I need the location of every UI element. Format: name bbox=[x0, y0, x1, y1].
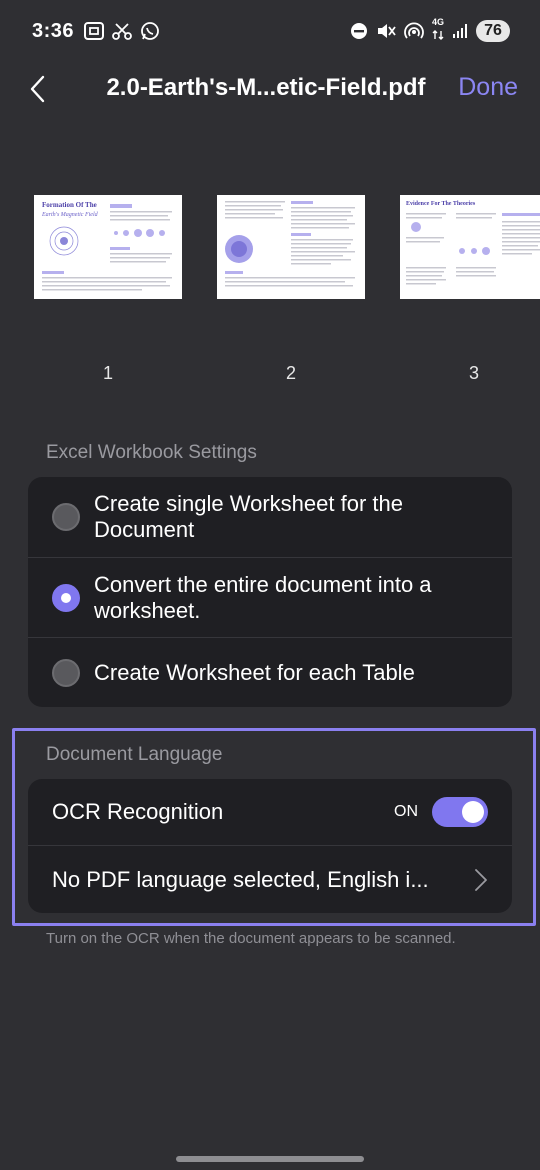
option-label: Convert the entire document into a works… bbox=[94, 572, 432, 624]
page-thumbnail-1[interactable]: Formation Of The Earth's Magnetic Field bbox=[34, 195, 182, 299]
radio-entire-document[interactable] bbox=[52, 583, 80, 612]
signal-icon bbox=[453, 24, 467, 38]
page-thumbnail-3[interactable]: Evidence For The Theories bbox=[400, 195, 540, 299]
page-preview-2 bbox=[225, 201, 355, 287]
thumb-heading-a: Formation Of The bbox=[42, 201, 97, 209]
page-thumbnail-2[interactable] bbox=[217, 195, 365, 299]
notification-icons bbox=[84, 21, 160, 41]
option-each-table[interactable]: Create Worksheet for each Table bbox=[28, 637, 512, 707]
excel-settings-label: Excel Workbook Settings bbox=[46, 442, 257, 463]
radio-single-worksheet[interactable] bbox=[52, 503, 80, 531]
network-type: 4G bbox=[431, 16, 444, 45]
battery-level: 76 bbox=[476, 20, 510, 42]
page-preview-3: Evidence For The Theories bbox=[406, 201, 540, 285]
excel-settings-card: Create single Worksheet for the Document… bbox=[28, 477, 512, 707]
header: 2.0-Earth's-M...etic-Field.pdf Done bbox=[0, 62, 540, 116]
thumb-heading-b: Earth's Magnetic Field bbox=[41, 212, 99, 218]
thumb-heading-c: Evidence For The Theories bbox=[406, 201, 476, 207]
screenshot-icon bbox=[84, 22, 105, 40]
page-number-2: 2 bbox=[285, 363, 296, 383]
option-label-line2: worksheet. bbox=[94, 597, 201, 623]
status-right: 4G 76 bbox=[350, 16, 510, 45]
chevron-left-icon bbox=[30, 75, 45, 103]
option-label: Create single Worksheet for the Document bbox=[94, 491, 403, 543]
document-language-label: Document Language bbox=[46, 744, 223, 765]
page-preview-1: Formation Of The Earth's Magnetic Field bbox=[41, 201, 172, 291]
chevron-right-icon bbox=[475, 868, 487, 891]
ocr-toggle-group: ON bbox=[394, 797, 488, 827]
status-time: 3:36 bbox=[32, 19, 75, 42]
ocr-recognition-label: OCR Recognition bbox=[52, 799, 224, 824]
network-label: 4G bbox=[431, 16, 444, 27]
option-label-line1: Create single Worksheet for the bbox=[94, 491, 403, 516]
pdf-language-row[interactable]: No PDF language selected, English i... bbox=[28, 845, 512, 913]
status-bar: 3:36 4G 76 bbox=[0, 0, 540, 62]
pdf-language-label: No PDF language selected, English i... bbox=[52, 866, 429, 892]
page-number-1: 1 bbox=[102, 363, 113, 383]
radio-each-table[interactable] bbox=[52, 658, 80, 687]
option-entire-document[interactable]: Convert the entire document into a works… bbox=[28, 557, 512, 637]
document-language-card: OCR Recognition ON No PDF language selec… bbox=[28, 779, 512, 913]
option-label-line2: Document bbox=[94, 517, 195, 542]
page-number-3: 3 bbox=[468, 363, 479, 383]
home-indicator[interactable] bbox=[176, 1156, 364, 1162]
dnd-icon bbox=[350, 23, 367, 39]
option-label-line1: Convert the entire document into a bbox=[94, 571, 432, 597]
hotspot-icon bbox=[404, 22, 424, 39]
ocr-toggle-state: ON bbox=[394, 803, 418, 820]
mute-icon bbox=[377, 24, 396, 38]
done-button[interactable]: Done bbox=[458, 73, 518, 102]
ocr-recognition-row[interactable]: OCR Recognition ON bbox=[28, 779, 512, 845]
document-title: 2.0-Earth's-M...etic-Field.pdf bbox=[106, 74, 426, 101]
option-single-worksheet[interactable]: Create single Worksheet for the Document bbox=[28, 477, 512, 557]
scissors-icon bbox=[112, 23, 132, 40]
back-button[interactable] bbox=[22, 73, 52, 105]
status-left: 3:36 bbox=[32, 20, 160, 43]
page-thumbnails: Formation Of The Earth's Magnetic Field bbox=[0, 195, 540, 395]
ocr-toggle[interactable] bbox=[432, 797, 488, 827]
ocr-toggle-knob bbox=[462, 801, 484, 823]
ocr-hint-text: Turn on the OCR when the document appear… bbox=[46, 930, 456, 947]
data-arrows-icon bbox=[432, 29, 444, 40]
whatsapp-icon bbox=[141, 22, 159, 40]
option-label: Create Worksheet for each Table bbox=[94, 659, 415, 685]
